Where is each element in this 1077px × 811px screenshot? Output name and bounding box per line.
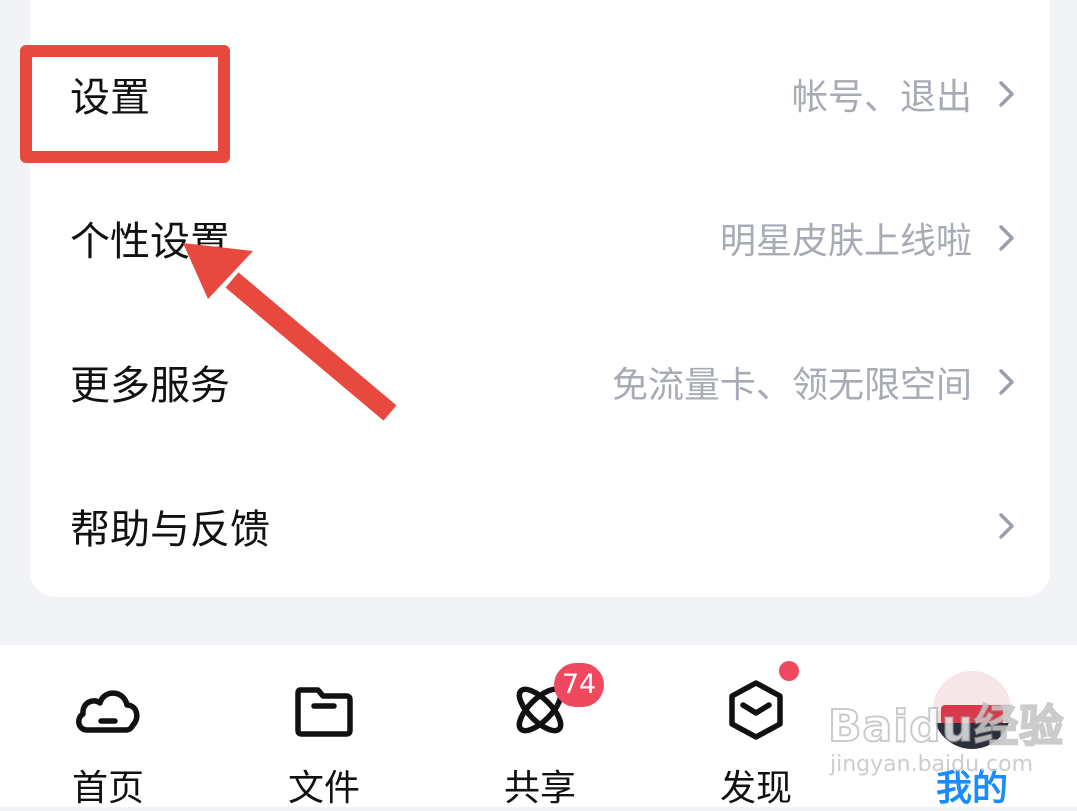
notification-dot xyxy=(779,661,799,681)
menu-item-hint: 免流量卡、领无限空间 xyxy=(611,365,972,406)
chevron-right-icon xyxy=(996,223,1018,253)
menu-item-help-feedback[interactable]: 帮助与反馈 xyxy=(30,454,1050,598)
chevron-right-icon xyxy=(996,79,1018,109)
chevron-right-icon xyxy=(996,511,1018,541)
tab-me[interactable]: 我的 xyxy=(897,645,1047,809)
tab-home[interactable]: 首页 xyxy=(33,645,183,809)
tab-files[interactable]: 文件 xyxy=(249,645,399,809)
menu-item-label: 帮助与反馈 xyxy=(70,507,270,553)
tab-label: 共享 xyxy=(503,768,576,809)
cube-icon xyxy=(721,675,791,745)
chevron-right-icon xyxy=(996,367,1018,397)
folder-icon xyxy=(289,675,359,745)
menu-item-personalization[interactable]: 个性设置 明星皮肤上线啦 xyxy=(30,166,1050,310)
tab-label: 发现 xyxy=(719,768,792,809)
menu-item-label: 更多服务 xyxy=(70,363,230,409)
menu-item-hint: 帐号、退出 xyxy=(791,77,972,118)
menu-item-more-services[interactable]: 更多服务 免流量卡、领无限空间 xyxy=(30,310,1050,454)
tab-discover[interactable]: 发现 xyxy=(681,645,831,809)
menu-item-settings[interactable]: 设置 帐号、退出 xyxy=(30,22,1050,166)
tab-label: 我的 xyxy=(935,768,1008,809)
menu-item-hint: 明星皮肤上线啦 xyxy=(719,221,972,262)
bottom-tab-bar: 首页 文件 74 共享 发现 我的 xyxy=(0,645,1077,809)
tab-label: 文件 xyxy=(287,768,360,809)
menu-item-label: 个性设置 xyxy=(70,219,230,265)
cloud-icon xyxy=(73,675,143,745)
avatar xyxy=(933,671,1011,749)
notification-badge: 74 xyxy=(554,663,604,707)
tab-label: 首页 xyxy=(71,768,144,809)
tab-share[interactable]: 74 共享 xyxy=(465,645,615,809)
menu-item-label: 设置 xyxy=(70,75,150,121)
